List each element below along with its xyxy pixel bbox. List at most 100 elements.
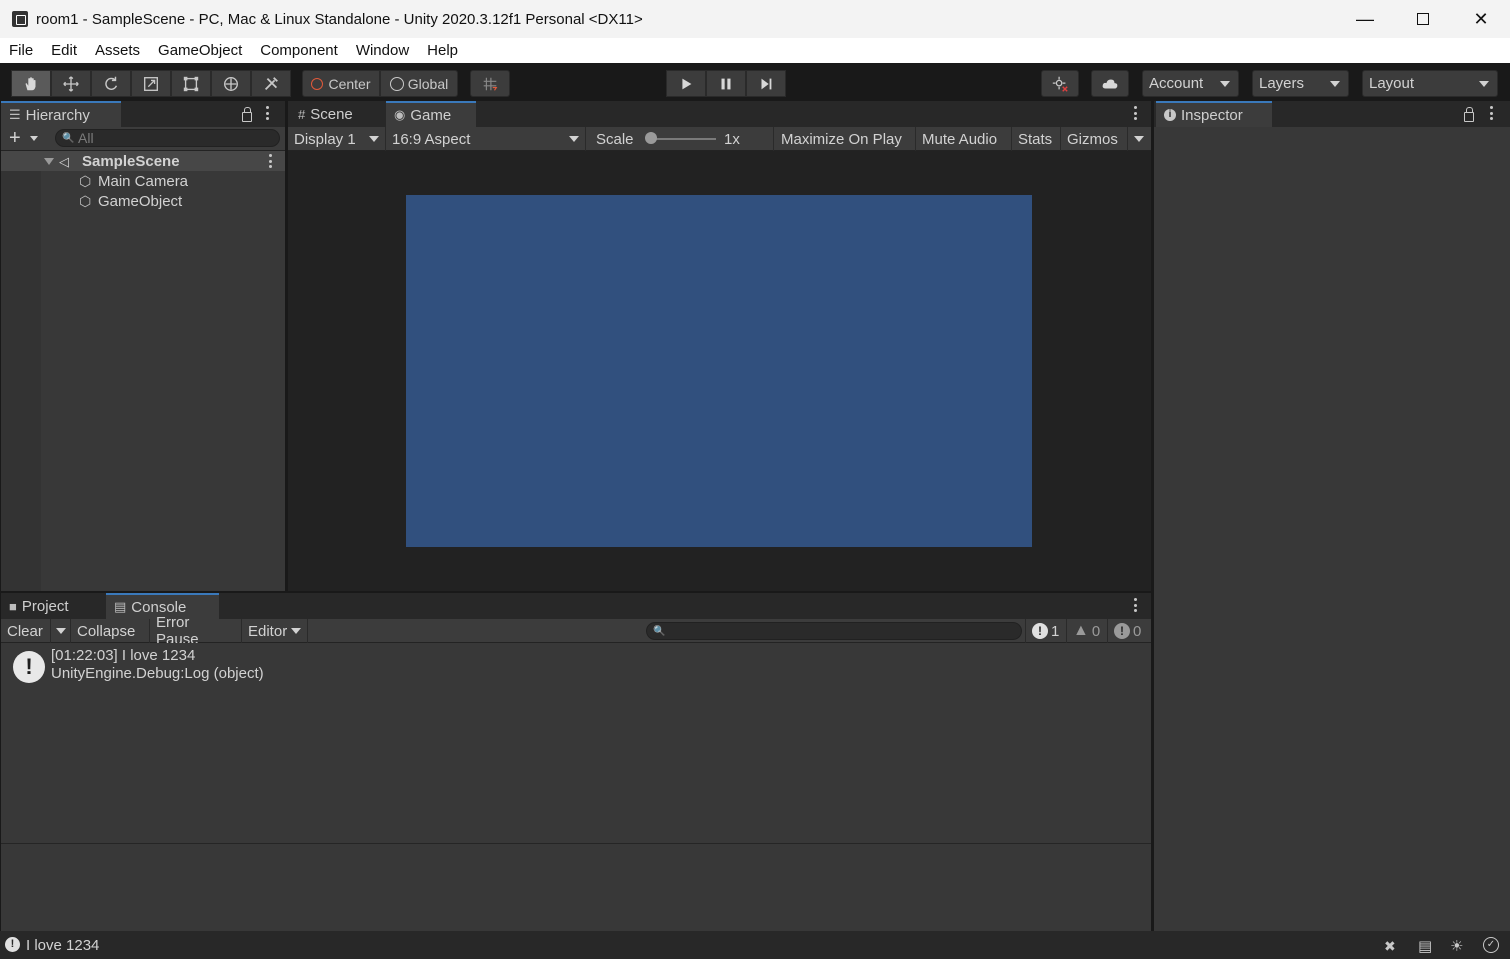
- scene-name: SampleScene: [82, 152, 180, 170]
- move-tool-icon[interactable]: [51, 70, 91, 97]
- error-pause-button[interactable]: Error Pause: [150, 614, 242, 648]
- kebab-menu-icon[interactable]: [1489, 106, 1493, 120]
- hierarchy-gutter: [1, 151, 41, 591]
- pivot-mode-button[interactable]: Center: [302, 70, 380, 97]
- expand-arrow-icon[interactable]: [44, 158, 54, 165]
- kebab-menu-icon[interactable]: [265, 106, 269, 120]
- game-view-panel: # Scene ◉ Game Display 1 16:9 Aspect Sca…: [288, 101, 1151, 591]
- scale-tool-icon[interactable]: [131, 70, 171, 97]
- chevron-down-icon[interactable]: [30, 136, 38, 141]
- mute-audio-button[interactable]: Mute Audio: [916, 127, 1012, 151]
- title-bar: room1 - SampleScene - PC, Mac & Linux St…: [0, 0, 1510, 38]
- log-count: 1: [1051, 622, 1060, 640]
- hierarchy-item-label: GameObject: [98, 192, 183, 210]
- game-render-area: [406, 195, 1032, 547]
- inspector-panel: i Inspector: [1154, 101, 1510, 931]
- game-tab-label: Game: [410, 106, 452, 124]
- hierarchy-tab-label: Hierarchy: [25, 106, 90, 124]
- console-log-entry[interactable]: ! [01:22:03] I love 1234 UnityEngine.Deb…: [1, 647, 1151, 689]
- log-filter-toggle[interactable]: ! 1: [1025, 619, 1067, 643]
- transform-tool-icon[interactable]: [211, 70, 251, 97]
- aspect-dropdown[interactable]: 16:9 Aspect: [386, 127, 586, 151]
- game-viewport[interactable]: [288, 151, 1151, 591]
- stats-label: Stats: [1018, 130, 1053, 148]
- play-icon[interactable]: [666, 70, 706, 97]
- layers-dropdown[interactable]: Layers: [1252, 70, 1349, 97]
- hierarchy-search-input[interactable]: 🔍 All: [55, 129, 280, 147]
- tab-inspector[interactable]: i Inspector: [1156, 101, 1272, 127]
- cloud-icon[interactable]: [1091, 70, 1129, 97]
- kebab-menu-icon[interactable]: [1133, 106, 1137, 120]
- kebab-menu-icon[interactable]: [1133, 598, 1137, 612]
- gizmos-button[interactable]: Gizmos: [1061, 127, 1128, 151]
- menu-file[interactable]: File: [9, 42, 33, 59]
- hierarchy-item[interactable]: ⬡ Main Camera: [1, 171, 285, 191]
- chevron-down-icon: [369, 136, 379, 142]
- hand-tool-icon[interactable]: [11, 70, 51, 97]
- hierarchy-item[interactable]: ⬡ GameObject: [1, 191, 285, 211]
- warning-filter-toggle[interactable]: ▲ 0: [1067, 619, 1108, 643]
- progress-check-icon[interactable]: ✓: [1483, 937, 1499, 953]
- custom-tool-icon[interactable]: [251, 70, 291, 97]
- chevron-down-icon: [569, 136, 579, 142]
- stats-button[interactable]: Stats: [1012, 127, 1061, 151]
- lock-icon[interactable]: [1464, 107, 1474, 122]
- chevron-down-icon: [56, 628, 66, 634]
- menu-assets[interactable]: Assets: [95, 42, 140, 59]
- tab-game[interactable]: ◉ Game: [386, 101, 476, 127]
- add-icon[interactable]: +: [9, 127, 21, 150]
- error-filter-toggle[interactable]: ! 0: [1108, 619, 1151, 643]
- pivot-space-button[interactable]: Global: [380, 70, 458, 97]
- menu-component[interactable]: Component: [260, 42, 338, 59]
- cache-server-icon[interactable]: ▤: [1418, 937, 1432, 955]
- maximize-icon[interactable]: [1394, 0, 1452, 38]
- gameobject-cube-icon: ⬡: [79, 173, 92, 189]
- status-message[interactable]: I love 1234: [26, 937, 99, 954]
- collapse-button[interactable]: Collapse: [71, 619, 150, 643]
- info-icon: i: [1164, 109, 1176, 121]
- menu-gameobject[interactable]: GameObject: [158, 42, 242, 59]
- clear-options-dropdown[interactable]: [51, 619, 71, 643]
- console-search-input[interactable]: 🔍: [646, 622, 1022, 640]
- pause-icon[interactable]: [706, 70, 746, 97]
- console-detail-area: [1, 844, 1151, 931]
- hierarchy-panel: ☰ Hierarchy + 🔍 All ◁ SampleScene ⬡ Main…: [1, 101, 285, 591]
- menu-window[interactable]: Window: [356, 42, 409, 59]
- lock-icon[interactable]: [242, 107, 252, 122]
- hierarchy-scene-row[interactable]: ◁ SampleScene: [1, 151, 285, 171]
- clear-button[interactable]: Clear: [1, 619, 51, 643]
- gameobject-cube-icon: ⬡: [79, 193, 92, 209]
- pivot-mode-label: Center: [328, 75, 371, 92]
- menu-help[interactable]: Help: [427, 42, 458, 59]
- scale-label: Scale: [596, 130, 634, 148]
- log-entry-stacktrace: UnityEngine.Debug:Log (object): [51, 665, 264, 682]
- tab-scene[interactable]: # Scene: [290, 101, 384, 127]
- error-icon: !: [1114, 623, 1130, 639]
- scale-slider-thumb[interactable]: [645, 132, 657, 144]
- menu-edit[interactable]: Edit: [51, 42, 77, 59]
- rotate-tool-icon[interactable]: [91, 70, 131, 97]
- maximize-on-play-button[interactable]: Maximize On Play: [775, 127, 916, 151]
- auto-generate-lighting-icon[interactable]: ☀: [1450, 937, 1463, 955]
- rect-tool-icon[interactable]: [171, 70, 211, 97]
- grid-snap-icon[interactable]: [470, 70, 510, 97]
- collab-icon[interactable]: [1041, 70, 1079, 97]
- tab-hierarchy[interactable]: ☰ Hierarchy: [1, 101, 121, 127]
- tab-project[interactable]: ■ Project: [1, 593, 101, 619]
- close-icon[interactable]: ✕: [1452, 0, 1510, 38]
- chevron-down-icon: [1220, 81, 1230, 87]
- gizmos-dropdown[interactable]: [1128, 127, 1151, 151]
- display-dropdown[interactable]: Display 1: [288, 127, 386, 151]
- minimize-icon[interactable]: —: [1336, 0, 1394, 38]
- hierarchy-item-label: Main Camera: [98, 172, 189, 190]
- display-label: Display 1: [294, 130, 356, 148]
- kebab-menu-icon[interactable]: [268, 154, 272, 168]
- chevron-down-icon: [1479, 81, 1489, 87]
- debug-mode-icon[interactable]: ✖: [1384, 938, 1396, 955]
- editor-dropdown[interactable]: Editor: [242, 619, 308, 643]
- account-dropdown[interactable]: Account: [1142, 70, 1239, 97]
- aspect-label: 16:9 Aspect: [392, 130, 471, 148]
- layout-dropdown[interactable]: Layout: [1362, 70, 1498, 97]
- step-icon[interactable]: [746, 70, 786, 97]
- console-log-list: ! [01:22:03] I love 1234 UnityEngine.Deb…: [1, 643, 1151, 843]
